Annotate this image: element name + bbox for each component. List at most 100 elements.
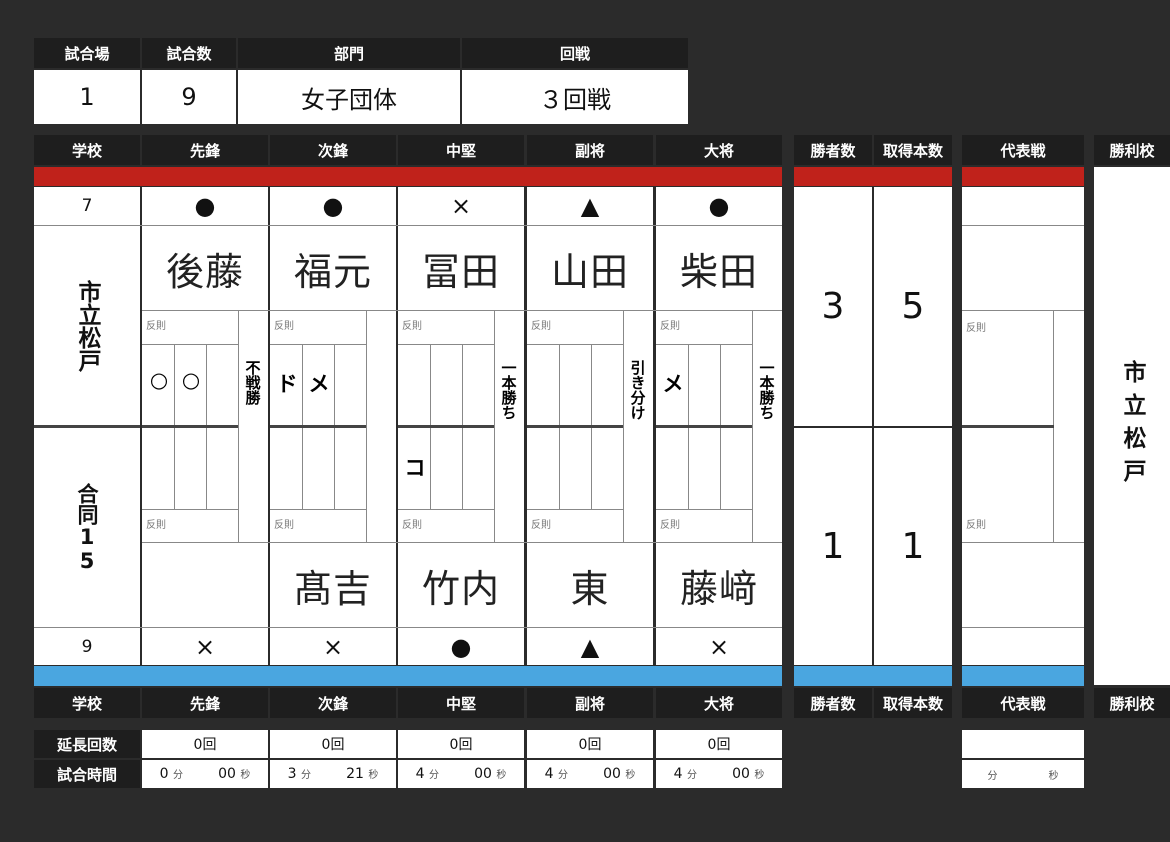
bout-result-text-fukusho: 引き分け: [628, 360, 647, 420]
bottom-hansoku-label: 反則: [274, 520, 294, 531]
bottom-player-taisho: 藤﨑: [656, 543, 782, 627]
bottom-score-2-senpo: [176, 452, 206, 486]
header-round: 回戦: [462, 38, 688, 68]
bottom-score-2-fukusho: [561, 452, 591, 486]
top-hansoku-label: 反則: [146, 321, 166, 332]
footer-school: 学校: [34, 688, 140, 718]
divider: [34, 225, 782, 226]
top-player-jiho: 福元: [270, 226, 396, 310]
minutes-senpo: 0 分: [160, 766, 183, 782]
bout-result-chuken: 一本勝ち: [495, 360, 523, 510]
divider: [398, 509, 494, 510]
blue-stripe-score: [794, 666, 952, 686]
minutes-chuken: 4 分: [416, 766, 439, 782]
winning-school-name: 市立松戸: [1119, 360, 1145, 492]
seconds-fukusho: 00 秒: [603, 766, 635, 782]
divider: [527, 509, 623, 510]
header-representative: 代表戦: [962, 135, 1084, 165]
header-senpo: 先鋒: [142, 135, 268, 165]
bottom-player-fukusho: 東: [527, 543, 653, 627]
divider: [34, 425, 140, 428]
minutes-value: 4: [544, 766, 554, 782]
seconds-jiho: 21 秒: [346, 766, 378, 782]
blue-stripe-rep: [962, 666, 1084, 686]
bottom-score-2-chuken: [432, 452, 462, 486]
divider: [962, 425, 1054, 428]
top-score-1-senpo: ○: [149, 368, 169, 392]
top-player-fukusho: 山田: [527, 226, 653, 310]
bout-result-jiho: [367, 360, 395, 510]
top-score-1-chuken: [400, 368, 430, 402]
divider: [270, 425, 366, 428]
header-division: 部門: [238, 38, 460, 68]
top-score-2-chuken: [432, 368, 462, 402]
top-result-taisho: ●: [656, 187, 782, 225]
minutes-taisho: 4 分: [674, 766, 697, 782]
divider: [142, 542, 782, 543]
divider: [270, 344, 366, 345]
header-fukusho: 副将: [527, 135, 653, 165]
top-hansoku-label: 反則: [660, 321, 680, 332]
bottom-hansoku-label: 反則: [531, 520, 551, 531]
divider: [142, 344, 238, 345]
top-score-1-taisho: メ: [662, 372, 684, 396]
header-school: 学校: [34, 135, 140, 165]
header-winner: 勝利校: [1094, 135, 1170, 165]
rep-match-time: 分 秒: [962, 760, 1084, 788]
red-stripe-rep: [962, 167, 1084, 186]
match-time-taisho: 4 分 00 秒: [656, 760, 782, 788]
seconds-value: 00: [603, 766, 621, 782]
minute-unit: 分: [428, 770, 439, 781]
match-number-value: 9: [142, 70, 236, 124]
footer-chuken: 中堅: [398, 688, 524, 718]
bottom-hansoku-label: 反則: [402, 520, 422, 531]
bottom-score-1-fukusho: [529, 452, 559, 486]
second-unit: 秒: [625, 770, 636, 781]
red-stripe-score: [794, 167, 952, 186]
bottom-score-2-jiho: [304, 452, 334, 486]
rep-top-hansoku-label: 反則: [966, 323, 986, 334]
top-team-name-cell: 市立松戸: [34, 226, 140, 426]
minute-unit: 分: [172, 770, 183, 781]
bottom-player-jiho: 髙吉: [270, 543, 396, 627]
footer-taisho: 大将: [656, 688, 782, 718]
overtime-senpo: 0回: [142, 730, 268, 758]
bottom-hansoku-label: 反則: [660, 520, 680, 531]
footer-winner: 勝利校: [1094, 688, 1170, 718]
winning-school-cell: 市立松戸: [1094, 167, 1170, 685]
bout-result-text-taisho: 一本勝ち: [757, 360, 776, 420]
top-player-senpo: 後藤: [142, 226, 268, 310]
bottom-team-name: 合同15: [75, 482, 99, 573]
second-unit: 秒: [368, 770, 379, 781]
bottom-team-name-cell: 合同15: [34, 428, 140, 627]
bottom-result-jiho: ×: [270, 628, 396, 665]
minutes-value: 4: [415, 766, 425, 782]
seconds-taisho: 00 秒: [732, 766, 764, 782]
footer-fukusho: 副将: [527, 688, 653, 718]
top-points-count: 5: [874, 187, 952, 426]
header-points: 取得本数: [874, 135, 952, 165]
top-team-number: 7: [34, 187, 140, 225]
top-result-chuken: ×: [398, 187, 524, 225]
red-team-stripe: [34, 167, 782, 186]
overtime-chuken: 0回: [398, 730, 524, 758]
minute-unit: 分: [557, 770, 568, 781]
header-court: 試合場: [34, 38, 140, 68]
minutes-value: 4: [673, 766, 683, 782]
footer-representative: 代表戦: [962, 688, 1084, 718]
divider: [398, 344, 494, 345]
blue-team-stripe: [34, 666, 782, 686]
rep-minute-unit: 分: [987, 770, 998, 782]
divider: [270, 509, 366, 510]
top-score-2-taisho: [690, 368, 720, 402]
bottom-team-number: 9: [34, 628, 140, 665]
bottom-score-1-senpo: [144, 452, 174, 486]
seconds-senpo: 00 秒: [218, 766, 250, 782]
top-player-taisho: 柴田: [656, 226, 782, 310]
footer-senpo: 先鋒: [142, 688, 268, 718]
division-value: 女子団体: [238, 70, 460, 124]
second-unit: 秒: [496, 770, 507, 781]
top-score-1-fukusho: [529, 368, 559, 402]
divider: [142, 425, 238, 428]
top-result-senpo: ●: [142, 187, 268, 225]
